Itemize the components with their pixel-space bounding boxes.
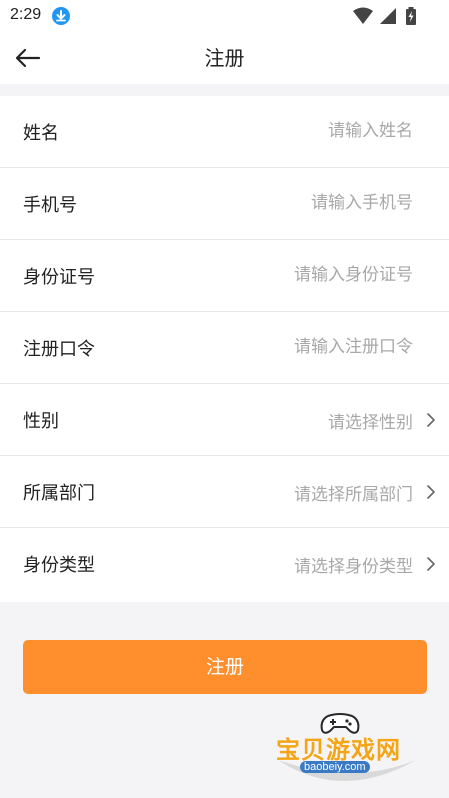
department-label: 所属部门: [23, 483, 95, 504]
download-notification-icon: [52, 7, 70, 25]
phone-row: 手机号: [0, 168, 449, 240]
gender-label: 性别: [23, 411, 59, 432]
name-label: 姓名: [23, 123, 59, 144]
page-title: 注册: [204, 46, 245, 70]
register-code-label: 注册口令: [23, 339, 95, 360]
id-number-row: 身份证号: [0, 240, 449, 312]
chevron-right-icon: [427, 557, 435, 571]
status-bar: 2:29: [0, 0, 449, 32]
chevron-right-icon: [427, 413, 435, 427]
identity-type-select-row[interactable]: 身份类型 请选择身份类型: [0, 528, 449, 602]
name-input[interactable]: [163, 114, 413, 148]
chevron-right-icon: [427, 485, 435, 499]
register-code-row: 注册口令: [0, 312, 449, 384]
name-row: 姓名: [0, 96, 449, 168]
gender-select-row[interactable]: 性别 请选择性别: [0, 384, 449, 456]
watermark-url: baobeiy.com: [300, 761, 370, 773]
wifi-icon: [353, 7, 373, 24]
phone-input[interactable]: [163, 186, 413, 220]
phone-label: 手机号: [23, 195, 77, 216]
watermark-logo: 宝贝游戏网 baobeiy.com: [272, 712, 422, 794]
battery-icon: [406, 7, 416, 25]
id-number-label: 身份证号: [23, 267, 95, 288]
status-time: 2:29: [10, 6, 42, 23]
watermark-text: 宝贝游戏网: [276, 736, 401, 764]
department-select-value: 请选择所属部门: [294, 485, 413, 505]
registration-form: 姓名 手机号 身份证号 注册口令 性别 请选择性别 所属部门 请选择所属部门 身…: [0, 96, 449, 602]
identity-type-label: 身份类型: [23, 555, 95, 576]
signal-icon: [380, 8, 396, 24]
register-code-input[interactable]: [163, 330, 413, 364]
identity-type-select-value: 请选择身份类型: [294, 557, 413, 577]
gender-select-value: 请选择性别: [328, 413, 413, 433]
id-number-input[interactable]: [163, 258, 413, 292]
app-bar: 注册: [0, 32, 449, 84]
department-select-row[interactable]: 所属部门 请选择所属部门: [0, 456, 449, 528]
register-submit-button[interactable]: 注册: [23, 640, 427, 694]
